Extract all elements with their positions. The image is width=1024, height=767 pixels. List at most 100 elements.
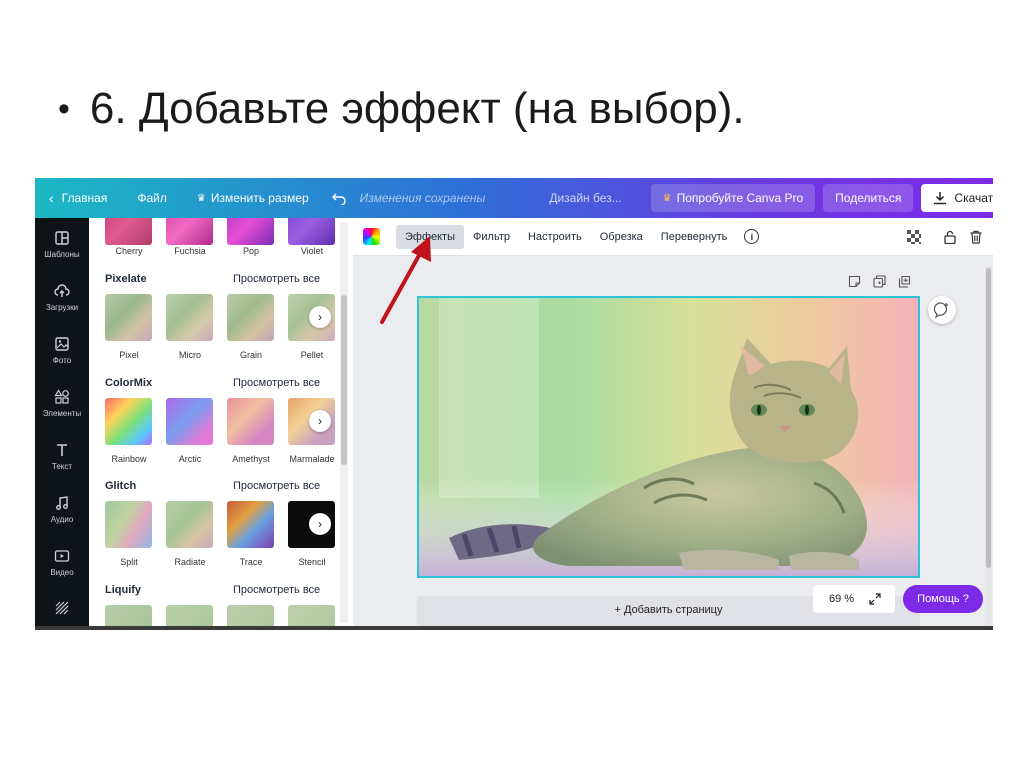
top-bar: ‹ Главная Файл ♛ Изменить размер Изменен… (35, 178, 993, 218)
see-all-link[interactable]: Просмотреть все (233, 273, 320, 285)
effect-label: Pellet (300, 350, 324, 360)
effect-label: Pixel (119, 350, 139, 360)
home-label: Главная (61, 191, 108, 205)
sidebar-item-elements[interactable]: Элементы (35, 389, 89, 418)
effect-thumb-cherry[interactable] (105, 218, 152, 245)
see-all-link[interactable]: Просмотреть все (233, 584, 320, 596)
download-icon (934, 192, 947, 205)
resize-label: Изменить размер (210, 191, 309, 205)
adjust-button[interactable]: Настроить (519, 225, 591, 249)
see-all-link[interactable]: Просмотреть все (233, 480, 320, 492)
duplicate-icon[interactable] (873, 275, 886, 288)
effect-thumb-pixel[interactable] (105, 294, 152, 341)
effect-label: Marmalade (289, 454, 335, 464)
filter-button[interactable]: Фильтр (464, 225, 519, 249)
transparency-icon[interactable] (907, 230, 921, 244)
effect-thumb-radiate[interactable] (166, 501, 213, 548)
effect-label: Radiate (174, 557, 206, 567)
effect-thumb-pop[interactable] (227, 218, 274, 245)
cat-photo (419, 298, 918, 576)
photo-icon (55, 337, 69, 351)
flip-button[interactable]: Перевернуть (652, 225, 737, 249)
canvas-scrollbar[interactable] (986, 268, 991, 568)
sidebar-item-more[interactable] (35, 600, 89, 620)
sidebar-label: Фото (52, 356, 72, 365)
effect-label: Grain (239, 350, 262, 360)
sidebar-item-audio[interactable]: Аудио (35, 495, 89, 524)
category-title: Glitch (105, 480, 137, 492)
saved-status: Изменения сохранены (359, 191, 486, 205)
panel-scrollbar[interactable] (341, 295, 347, 465)
undo-icon (331, 193, 346, 205)
sidebar-item-templates[interactable]: Шаблоны (35, 230, 89, 259)
sidebar-item-uploads[interactable]: Загрузки (35, 283, 89, 312)
next-arrow-button[interactable]: › (309, 513, 331, 535)
sidebar-label: Элементы (42, 409, 82, 418)
sidebar-item-video[interactable]: Видео (35, 548, 89, 577)
see-all-link[interactable]: Просмотреть все (233, 377, 320, 389)
category-title: Liquify (105, 584, 142, 596)
sidebar-label: Видео (50, 568, 74, 577)
comment-add-icon (934, 302, 948, 318)
file-label: Файл (137, 191, 167, 205)
pattern-icon (55, 601, 69, 615)
elements-icon (54, 389, 69, 404)
next-arrow-button[interactable]: › (309, 306, 331, 328)
effect-thumb-arctic[interactable] (166, 398, 213, 445)
download-button[interactable]: Скачать (921, 184, 993, 212)
comment-button[interactable] (928, 296, 956, 324)
expand-icon[interactable] (869, 593, 881, 605)
effect-label: Split (120, 557, 138, 567)
effects-panel: Cherry Fuchsia Pop Violet Pixelate Просм… (89, 218, 353, 630)
effect-label: Cherry (115, 246, 143, 256)
effect-label: Arctic (178, 454, 202, 464)
undo-button[interactable] (322, 178, 352, 218)
category-title: Pixelate (105, 273, 147, 285)
crown-icon: ♛ (196, 192, 206, 204)
effect-thumb-fuchsia[interactable] (166, 218, 213, 245)
upload-cloud-icon (54, 284, 70, 297)
slide-title-text: 6. Добавьте эффект (на выбор). (89, 84, 745, 133)
next-arrow-button[interactable]: › (309, 410, 331, 432)
effect-thumb-violet[interactable] (288, 218, 335, 245)
category-title: ColorMix (105, 377, 153, 389)
arrow-shaft (380, 248, 424, 324)
note-icon[interactable] (848, 275, 861, 288)
annotation-arrow (380, 236, 431, 324)
left-sidebar: Шаблоны Загрузки Фото Элементы Текст Ауд… (35, 218, 89, 630)
effect-label: Stencil (298, 557, 326, 567)
sidebar-label: Загрузки (45, 303, 79, 312)
resize-button[interactable]: ♛ Изменить размер (180, 178, 322, 218)
trash-icon[interactable] (969, 230, 983, 244)
share-button[interactable]: Поделиться (823, 184, 914, 212)
effect-thumb-trace[interactable] (227, 501, 274, 548)
design-title[interactable]: Дизайн без... (536, 178, 634, 218)
effect-thumb-grain[interactable] (227, 294, 274, 341)
effect-thumb-micro[interactable] (166, 294, 213, 341)
file-menu[interactable]: Файл (120, 178, 180, 218)
zoom-control[interactable]: 69 % (813, 585, 895, 613)
try-pro-button[interactable]: ♛ Попробуйте Canva Pro (650, 184, 816, 212)
effect-thumb-split[interactable] (105, 501, 152, 548)
sidebar-item-text[interactable]: Текст (35, 442, 89, 471)
add-page-icon[interactable] (898, 275, 911, 288)
screenshot-bottom-edge (35, 626, 993, 630)
zoom-level: 69 % (829, 593, 855, 605)
home-link[interactable]: ‹ Главная (35, 178, 120, 218)
info-icon[interactable]: i (744, 229, 760, 244)
help-button[interactable]: Помощь ? (903, 585, 983, 613)
slide-title: • 6. Добавьте эффект (на выбор). (58, 84, 745, 134)
text-icon (57, 444, 67, 456)
effect-thumb-rainbow[interactable] (105, 398, 152, 445)
effect-label: Trace (239, 557, 263, 567)
selected-cat-image[interactable] (417, 296, 920, 578)
crop-button[interactable]: Обрезка (591, 225, 652, 249)
effect-label: Fuchsia (174, 246, 206, 256)
sidebar-label: Текст (51, 462, 73, 471)
lock-icon[interactable] (943, 230, 957, 244)
download-label: Скачать (954, 191, 993, 205)
sidebar-item-photos[interactable]: Фото (35, 336, 89, 365)
editor-area: Эффекты Фильтр Настроить Обрезка Перевер… (353, 218, 993, 630)
canva-screenshot: ‹ Главная Файл ♛ Изменить размер Изменен… (35, 178, 993, 630)
effect-thumb-amethyst[interactable] (227, 398, 274, 445)
